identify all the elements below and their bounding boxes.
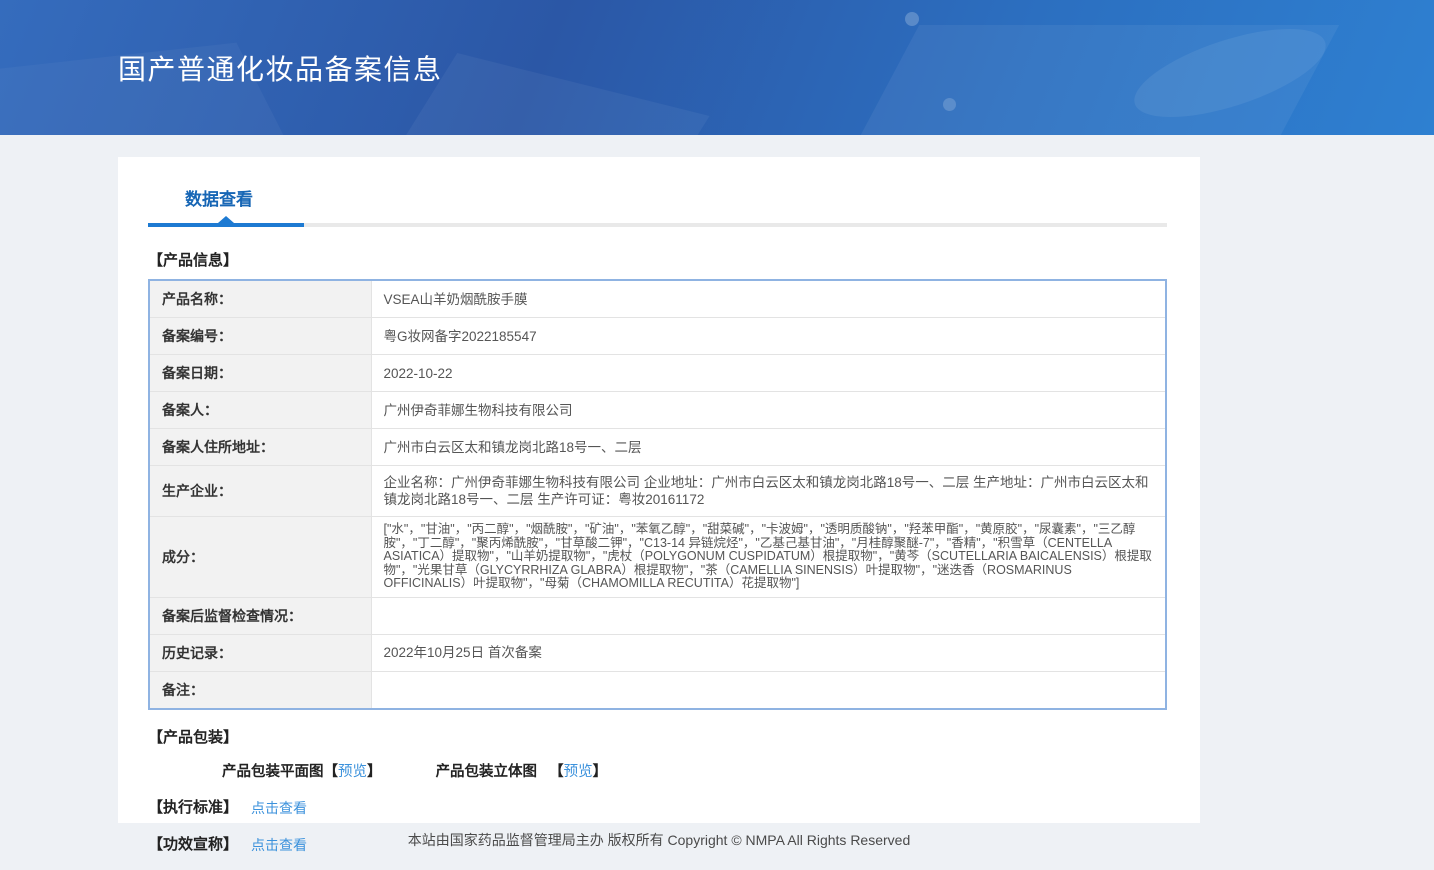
row-value: VSEA山羊奶烟酰胺手膜 — [370, 279, 1167, 318]
row-label: 备案人： — [148, 391, 372, 429]
row-label: 备案后监督检查情况： — [148, 596, 372, 635]
table-row: 备案编号： 粤G妆网备字2022185547 — [148, 317, 1167, 355]
row-label: 历史记录： — [148, 633, 372, 672]
row-label: 备案人住所地址： — [148, 428, 372, 466]
tab-rule — [148, 216, 1167, 227]
row-label: 产品名称： — [148, 279, 372, 318]
preview-flat-link[interactable]: 预览 — [338, 764, 367, 780]
content-card: 数据查看 【产品信息】 产品名称： VSEA山羊奶烟酰胺手膜 备案编号： 粤G妆… — [118, 157, 1200, 853]
table-row: 备注： — [148, 670, 1167, 709]
section-heading-product-info: 【产品信息】 — [148, 252, 239, 269]
packaging-row: 产品包装平面图【预览】 产品包装立体图 【预览】 — [222, 760, 1167, 781]
section-heading-packaging: 【产品包装】 — [148, 728, 239, 746]
row-label: 备案编号： — [148, 317, 372, 355]
row-value — [370, 596, 1167, 635]
table-row: 产品名称： VSEA山羊奶烟酰胺手膜 — [148, 279, 1167, 318]
table-row: 备案人： 广州伊奇菲娜生物科技有限公司 — [148, 391, 1167, 429]
banner-decoration-dot — [905, 12, 919, 26]
bracket-open: 【 — [549, 763, 564, 780]
preview-stereo-link[interactable]: 预览 — [564, 764, 593, 780]
page-title: 国产普通化妆品备案信息 — [118, 54, 443, 85]
row-value: 2022-10-22 — [370, 354, 1167, 392]
table-row: 成分： ["水"，"甘油"，"丙二醇"，"烟酰胺"，"矿油"，"苯氧乙醇"，"甜… — [148, 516, 1167, 598]
packaging-stereo-label: 产品包装立体图 — [435, 763, 538, 780]
row-value: 2022年10月25日 首次备案 — [370, 633, 1167, 672]
packaging-flat-label: 产品包装平面图 — [222, 763, 324, 780]
bracket-close: 】 — [592, 763, 608, 780]
standards-row: 【执行标准】 点击查看 — [148, 798, 1167, 818]
row-label: 成分： — [148, 516, 372, 598]
tab-data-view[interactable]: 数据查看 — [185, 185, 253, 210]
section-heading-standards: 【执行标准】 — [148, 798, 239, 816]
row-value: 企业名称：广州伊奇菲娜生物科技有限公司 企业地址：广州市白云区太和镇龙岗北路18… — [370, 465, 1167, 517]
header-banner: 国产普通化妆品备案信息 — [0, 0, 1434, 135]
tab-active-underline — [148, 216, 304, 227]
table-row: 备案后监督检查情况： — [148, 596, 1167, 635]
bracket-open: 【 — [323, 763, 339, 780]
row-value: 粤G妆网备字2022185547 — [370, 317, 1167, 355]
bracket-close: 】 — [367, 763, 382, 780]
row-label: 备案日期： — [148, 354, 372, 392]
banner-decoration-dot — [943, 98, 956, 111]
footer-copyright: 本站由国家药品监督管理局主办 版权所有 Copyright © NMPA All… — [407, 832, 911, 848]
row-label: 生产企业： — [148, 465, 372, 517]
table-row: 备案人住所地址： 广州市白云区太和镇龙岗北路18号一、二层 — [148, 428, 1167, 466]
row-value-ingredients: ["水"，"甘油"，"丙二醇"，"烟酰胺"，"矿油"，"苯氧乙醇"，"甜菜碱"，… — [370, 516, 1167, 598]
table-row: 备案日期： 2022-10-22 — [148, 354, 1167, 392]
tab-active-caret — [218, 216, 234, 223]
row-value — [370, 670, 1167, 709]
row-value: 广州伊奇菲娜生物科技有限公司 — [370, 391, 1167, 429]
tab-bar: 数据查看 — [148, 185, 1167, 227]
standards-view-link[interactable]: 点击查看 — [251, 798, 307, 818]
row-label: 备注： — [148, 670, 372, 709]
table-row: 历史记录： 2022年10月25日 首次备案 — [148, 633, 1167, 672]
table-row: 生产企业： 企业名称：广州伊奇菲娜生物科技有限公司 企业地址：广州市白云区太和镇… — [148, 465, 1167, 517]
product-info-table: 产品名称： VSEA山羊奶烟酰胺手膜 备案编号： 粤G妆网备字202218554… — [148, 279, 1167, 710]
row-value: 广州市白云区太和镇龙岗北路18号一、二层 — [370, 428, 1167, 466]
